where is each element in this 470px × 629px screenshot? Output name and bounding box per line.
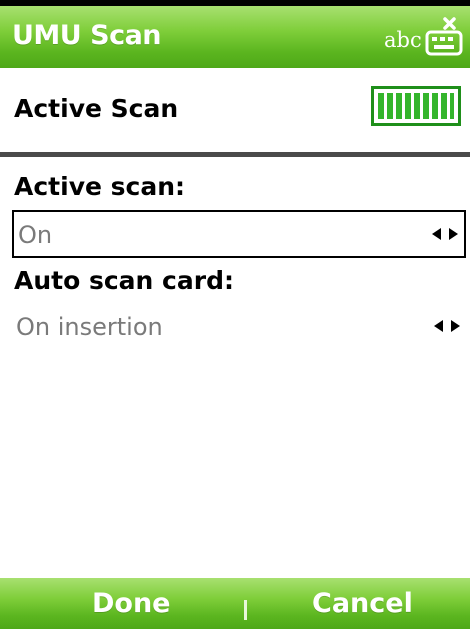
auto-scan-card-picker[interactable]: On insertion [12,304,466,352]
title-bar: UMU Scan abc [0,6,470,68]
active-scan-value: On [18,221,53,249]
softkey-separator [244,600,247,620]
cancel-softkey[interactable]: Cancel [312,588,413,619]
left-right-arrows-icon[interactable] [432,227,458,241]
battery-level [378,93,454,119]
active-scan-label: Active scan: [14,172,186,201]
auto-scan-card-label: Auto scan card: [14,266,234,295]
done-softkey[interactable]: Done [92,588,171,619]
keyboard-input-icon[interactable] [423,16,465,58]
app-title: UMU Scan [12,20,162,51]
active-scan-picker[interactable]: On [12,210,466,258]
input-mode-label[interactable]: abc [384,28,422,52]
header-divider [0,152,470,157]
softkey-bar: Done Cancel [0,578,470,629]
left-right-arrows-icon[interactable] [434,319,460,333]
battery-icon [371,86,461,126]
section-title: Active Scan [14,94,179,123]
auto-scan-card-value: On insertion [16,313,163,341]
